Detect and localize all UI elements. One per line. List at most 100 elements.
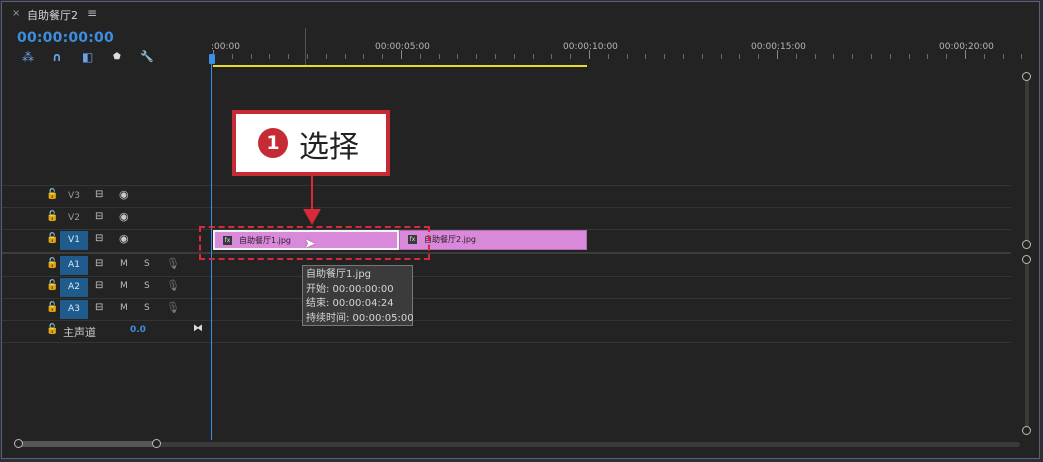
time-ruler[interactable]: :00:00 00:00:05:00 00:00:10:00 00:00:15:… (211, 26, 1023, 68)
lock-icon[interactable]: 🔓 (46, 258, 58, 269)
zoom-knob-left[interactable] (14, 439, 23, 448)
eye-icon[interactable]: ◉ (119, 232, 129, 245)
video-scroll-track[interactable] (1025, 76, 1029, 246)
ruler-tick (777, 50, 778, 59)
ruler-tick (231, 54, 233, 59)
snap-icon[interactable]: ⁂ (22, 50, 34, 64)
sync-lock-icon[interactable]: ⊟ (95, 189, 103, 200)
linked-selection-icon[interactable]: ∩ (52, 50, 62, 64)
mute-button[interactable]: M (120, 303, 128, 313)
ruler-tick (758, 54, 760, 59)
track-a3: 🔓 A3 ⊟ M S 🎙 (2, 299, 1022, 320)
ruler-label: 00:00:20:00 (939, 42, 994, 52)
close-tab-icon[interactable]: × (12, 8, 20, 19)
solo-button[interactable]: S (144, 281, 150, 291)
track-label-v2[interactable]: V2 (60, 209, 88, 228)
playhead-timecode[interactable]: 00:00:00:00 (17, 30, 114, 46)
ruler-tick (852, 54, 854, 59)
sync-lock-icon[interactable]: ⊟ (95, 211, 103, 222)
ruler-tick (814, 54, 816, 59)
sync-lock-icon[interactable]: ⊟ (95, 280, 103, 291)
track-label-a3[interactable]: A3 (60, 300, 88, 319)
ruler-tick (795, 54, 797, 59)
ruler-tick (551, 54, 553, 59)
lock-icon[interactable]: 🔓 (46, 233, 58, 244)
playhead-handle[interactable] (209, 54, 215, 64)
tooltip-start: 开始: 00:00:00:00 (306, 283, 394, 295)
tooltip-end: 结束: 00:00:04:24 (306, 298, 394, 309)
scroll-knob[interactable] (1022, 240, 1031, 249)
ruler-label: 00:00:05:00 (375, 42, 430, 52)
scroll-knob[interactable] (1022, 72, 1031, 81)
ruler-tick (607, 54, 609, 59)
add-marker-icon[interactable]: ◧ (82, 50, 93, 64)
audio-scroll-track[interactable] (1025, 260, 1029, 430)
ruler-tick (438, 54, 440, 59)
lock-icon[interactable]: 🔓 (46, 324, 58, 335)
ruler-tick (513, 54, 515, 59)
tooltip-clip-name: 自助餐厅1.jpg (306, 269, 372, 280)
mic-icon[interactable]: 🎙 (166, 257, 180, 270)
ruler-tick (683, 54, 684, 59)
ruler-tick (307, 54, 308, 59)
ruler-tick (589, 50, 590, 59)
mute-button[interactable]: M (120, 281, 128, 291)
lock-icon[interactable]: 🔓 (46, 189, 58, 200)
go-to-in-out-icon[interactable]: ⧓ (193, 323, 203, 334)
horizontal-scroll-thumb[interactable] (20, 441, 160, 447)
panel-menu-icon[interactable]: ≡ (87, 6, 97, 20)
lock-icon[interactable]: 🔓 (46, 302, 58, 313)
master-volume-value[interactable]: 0.0 (130, 325, 146, 335)
solo-button[interactable]: S (144, 303, 150, 313)
ruler-tick (363, 54, 365, 59)
ruler-tick (889, 54, 891, 59)
track-label-v1[interactable]: V1 (60, 231, 88, 250)
mic-icon[interactable]: 🎙 (166, 301, 180, 314)
track-a2: 🔓 A2 ⊟ M S 🎙 (2, 277, 1022, 298)
mute-button[interactable]: M (120, 259, 128, 269)
ruler-tick (701, 54, 703, 59)
ruler-tick (344, 54, 346, 59)
clip-name: 自助餐厅2.jpg (424, 235, 477, 244)
work-area-bar[interactable] (213, 65, 587, 67)
track-label-v3[interactable]: V3 (60, 187, 88, 206)
mouse-cursor-icon: ➤ (304, 236, 316, 252)
sync-lock-icon[interactable]: ⊟ (95, 258, 103, 269)
wrench-icon[interactable]: 🔧 (140, 50, 154, 63)
eye-icon[interactable]: ◉ (119, 210, 129, 223)
ruler-tick (250, 54, 252, 59)
ruler-tick (382, 54, 384, 59)
track-label-a1[interactable]: A1 (60, 256, 88, 275)
scroll-knob[interactable] (1022, 426, 1031, 435)
ruler-tick (495, 54, 496, 59)
scroll-knob[interactable] (1022, 255, 1031, 264)
track-v2: 🔓 V2 ⊟ ◉ (2, 208, 1022, 229)
timeline-panel: × 自助餐厅2 ≡ 00:00:00:00 ⁂ ∩ ◧ ⬟ 🔧 :00:00 0… (1, 1, 1040, 459)
ruler-tick (626, 54, 628, 59)
ruler-tick (1021, 54, 1023, 59)
ruler-tick (739, 54, 741, 59)
ruler-tick (476, 54, 478, 59)
sync-lock-icon[interactable]: ⊟ (95, 233, 103, 244)
sequence-tab-title[interactable]: 自助餐厅2 (27, 7, 78, 23)
track-label-a2[interactable]: A2 (60, 278, 88, 297)
marker-icon[interactable]: ⬟ (113, 52, 121, 62)
solo-button[interactable]: S (144, 259, 150, 269)
lock-icon[interactable]: 🔓 (46, 280, 58, 291)
sync-lock-icon[interactable]: ⊟ (95, 302, 103, 313)
callout-arrow-head (303, 209, 321, 225)
ruler-tick (908, 54, 910, 59)
lock-icon[interactable]: 🔓 (46, 211, 58, 222)
horizontal-scroll-track[interactable] (20, 442, 1020, 447)
step-text: 选择 (299, 130, 359, 165)
track-a1: 🔓 A1 ⊟ M S 🎙 (2, 255, 1022, 276)
tooltip-duration: 持续时间: 00:00:05:00 (306, 312, 414, 324)
eye-icon[interactable]: ◉ (119, 188, 129, 201)
zoom-knob-right[interactable] (152, 439, 161, 448)
mic-icon[interactable]: 🎙 (166, 279, 180, 292)
vertical-scrollbar[interactable] (1022, 70, 1032, 440)
ruler-label: 00:00:10:00 (563, 42, 618, 52)
ruler-tick (325, 54, 327, 59)
master-track-label: 主声道 (63, 326, 96, 339)
ruler-tick (288, 54, 290, 59)
